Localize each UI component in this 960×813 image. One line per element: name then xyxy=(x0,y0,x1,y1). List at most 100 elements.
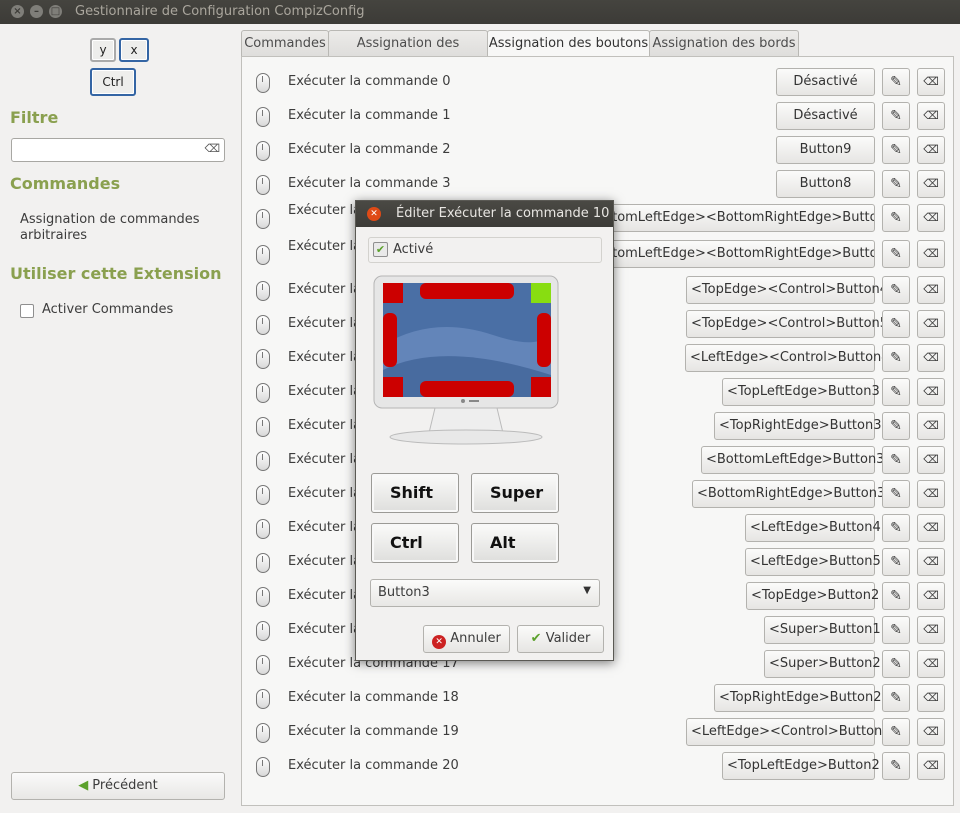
close-window-icon[interactable]: × xyxy=(11,5,24,18)
clear-binding-icon[interactable]: ⌫ xyxy=(917,548,945,576)
enabled-checkbox[interactable]: ✔ xyxy=(373,242,388,257)
edit-pencil-icon[interactable]: ✎ xyxy=(882,684,910,712)
alt-toggle[interactable]: Alt xyxy=(471,523,559,563)
edit-pencil-icon[interactable]: ✎ xyxy=(882,514,910,542)
binding-button[interactable]: <TopRightEdge>Button2 xyxy=(714,684,882,712)
clear-binding-icon[interactable]: ⌫ xyxy=(917,752,945,780)
edge-left[interactable] xyxy=(383,313,397,367)
tab-key-bindings[interactable]: Assignation des touches xyxy=(328,30,488,77)
clear-binding-icon[interactable]: ⌫ xyxy=(917,412,945,440)
binding-button[interactable]: <Super>Button1 xyxy=(764,616,881,644)
ctrl-toggle[interactable]: Ctrl xyxy=(371,523,459,563)
edit-pencil-icon[interactable]: ✎ xyxy=(882,310,910,338)
clear-binding-icon[interactable]: ⌫ xyxy=(917,684,945,712)
edit-pencil-icon[interactable]: ✎ xyxy=(882,446,910,474)
clear-binding-icon[interactable]: ⌫ xyxy=(917,446,945,474)
clear-binding-icon[interactable]: ⌫ xyxy=(917,310,945,338)
edit-pencil-icon[interactable]: ✎ xyxy=(882,752,910,780)
edit-pencil-icon[interactable]: ✎ xyxy=(882,68,910,96)
edge-bottom-left[interactable] xyxy=(383,377,403,397)
edit-pencil-icon[interactable]: ✎ xyxy=(882,548,910,576)
binding-button[interactable]: <BottomLeftEdge>Button3 xyxy=(701,446,884,474)
maximize-window-icon[interactable]: □ xyxy=(49,5,62,18)
super-toggle[interactable]: Super xyxy=(471,473,559,513)
mouse-icon xyxy=(256,349,270,369)
filter-input[interactable]: ⌫ xyxy=(11,138,225,162)
edge-bottom[interactable] xyxy=(420,381,514,397)
edge-top-right[interactable] xyxy=(531,283,551,303)
binding-button[interactable]: <LeftEdge><Control>Button4 xyxy=(685,344,890,372)
edit-pencil-icon[interactable]: ✎ xyxy=(882,344,910,372)
clear-binding-icon[interactable]: ⌫ xyxy=(917,240,945,268)
logo-key-y: y xyxy=(90,38,116,62)
edit-pencil-icon[interactable]: ✎ xyxy=(882,616,910,644)
clear-binding-icon[interactable]: ⌫ xyxy=(917,718,945,746)
binding-button[interactable]: <LeftEdge>Button4 xyxy=(745,514,881,542)
edit-pencil-icon[interactable]: ✎ xyxy=(882,480,910,508)
binding-button[interactable]: <TopEdge><Control>Button5 xyxy=(686,310,888,338)
edit-pencil-icon[interactable]: ✎ xyxy=(882,102,910,130)
edit-pencil-icon[interactable]: ✎ xyxy=(882,136,910,164)
binding-button[interactable]: ttomLeftEdge><BottomRightEdge>Button4 xyxy=(602,204,875,232)
edit-pencil-icon[interactable]: ✎ xyxy=(882,718,910,746)
edge-bottom-right[interactable] xyxy=(531,377,551,397)
clear-binding-icon[interactable]: ⌫ xyxy=(917,650,945,678)
binding-button[interactable]: <LeftEdge>Button5 xyxy=(745,548,881,576)
list-item: Exécuter la commande 0 Désactivé ✎ ⌫ xyxy=(242,67,953,101)
clear-binding-icon[interactable]: ⌫ xyxy=(917,136,945,164)
binding-button[interactable]: <Super>Button2 xyxy=(764,650,881,678)
clear-binding-icon[interactable]: ⌫ xyxy=(917,378,945,406)
edit-pencil-icon[interactable]: ✎ xyxy=(882,650,910,678)
binding-button[interactable]: <TopRightEdge>Button3 xyxy=(714,412,882,440)
checkmark-icon: ✔ xyxy=(530,631,542,646)
command-label: Exécuter la xyxy=(288,486,362,501)
tab-edge-bindings[interactable]: Assignation des bords xyxy=(649,30,799,57)
edit-pencil-icon[interactable]: ✎ xyxy=(882,582,910,610)
binding-button[interactable]: <TopEdge><Control>Button4 xyxy=(686,276,888,304)
mouse-icon xyxy=(256,655,270,675)
clear-filter-icon[interactable]: ⌫ xyxy=(204,142,220,155)
binding-button[interactable]: <TopLeftEdge>Button3 xyxy=(722,378,880,406)
edit-pencil-icon[interactable]: ✎ xyxy=(882,170,910,198)
clear-binding-icon[interactable]: ⌫ xyxy=(917,616,945,644)
binding-button[interactable]: Button8 xyxy=(776,170,875,198)
clear-binding-icon[interactable]: ⌫ xyxy=(917,170,945,198)
shift-toggle[interactable]: Shift xyxy=(371,473,459,513)
tab-commands[interactable]: Commandes xyxy=(241,30,329,57)
enable-commands-checkbox[interactable] xyxy=(20,304,34,318)
ok-button[interactable]: ✔ Valider xyxy=(517,625,604,653)
binding-button[interactable]: <BottomRightEdge>Button3 xyxy=(692,480,885,508)
clear-binding-icon[interactable]: ⌫ xyxy=(917,276,945,304)
edit-pencil-icon[interactable]: ✎ xyxy=(882,378,910,406)
dialog-close-icon[interactable]: ✕ xyxy=(367,207,381,221)
edge-top[interactable] xyxy=(420,283,514,299)
edit-pencil-icon[interactable]: ✎ xyxy=(882,204,910,232)
clear-binding-icon[interactable]: ⌫ xyxy=(917,480,945,508)
clear-binding-icon[interactable]: ⌫ xyxy=(917,68,945,96)
minimize-window-icon[interactable]: – xyxy=(30,5,43,18)
command-label: Exécuter la commande 3 xyxy=(288,176,451,191)
clear-binding-icon[interactable]: ⌫ xyxy=(917,582,945,610)
edit-pencil-icon[interactable]: ✎ xyxy=(882,412,910,440)
cancel-button[interactable]: ✕ Annuler xyxy=(423,625,510,653)
clear-binding-icon[interactable]: ⌫ xyxy=(917,514,945,542)
command-label: Exécuter la commande 18 xyxy=(288,690,459,705)
screen-edge-selector[interactable] xyxy=(373,275,559,447)
clear-binding-icon[interactable]: ⌫ xyxy=(917,344,945,372)
previous-button[interactable]: ◀ Précédent xyxy=(11,772,225,800)
edit-pencil-icon[interactable]: ✎ xyxy=(882,240,910,268)
clear-binding-icon[interactable]: ⌫ xyxy=(917,102,945,130)
edge-top-left[interactable] xyxy=(383,283,403,303)
binding-button[interactable]: Désactivé xyxy=(776,102,875,130)
binding-button[interactable]: Désactivé xyxy=(776,68,875,96)
tab-button-bindings[interactable]: Assignation des boutons xyxy=(487,30,650,58)
edit-pencil-icon[interactable]: ✎ xyxy=(882,276,910,304)
binding-button[interactable]: <TopEdge>Button2 xyxy=(746,582,879,610)
binding-button[interactable]: <LeftEdge><Control>Button5 xyxy=(686,718,891,746)
edge-right[interactable] xyxy=(537,313,551,367)
clear-binding-icon[interactable]: ⌫ xyxy=(917,204,945,232)
binding-button[interactable]: ttomLeftEdge><BottomRightEdge>Button5 xyxy=(602,240,875,268)
button-select[interactable]: Button3 ▼ xyxy=(370,579,600,607)
binding-button[interactable]: Button9 xyxy=(776,136,875,164)
binding-button[interactable]: <TopLeftEdge>Button2 xyxy=(722,752,880,780)
